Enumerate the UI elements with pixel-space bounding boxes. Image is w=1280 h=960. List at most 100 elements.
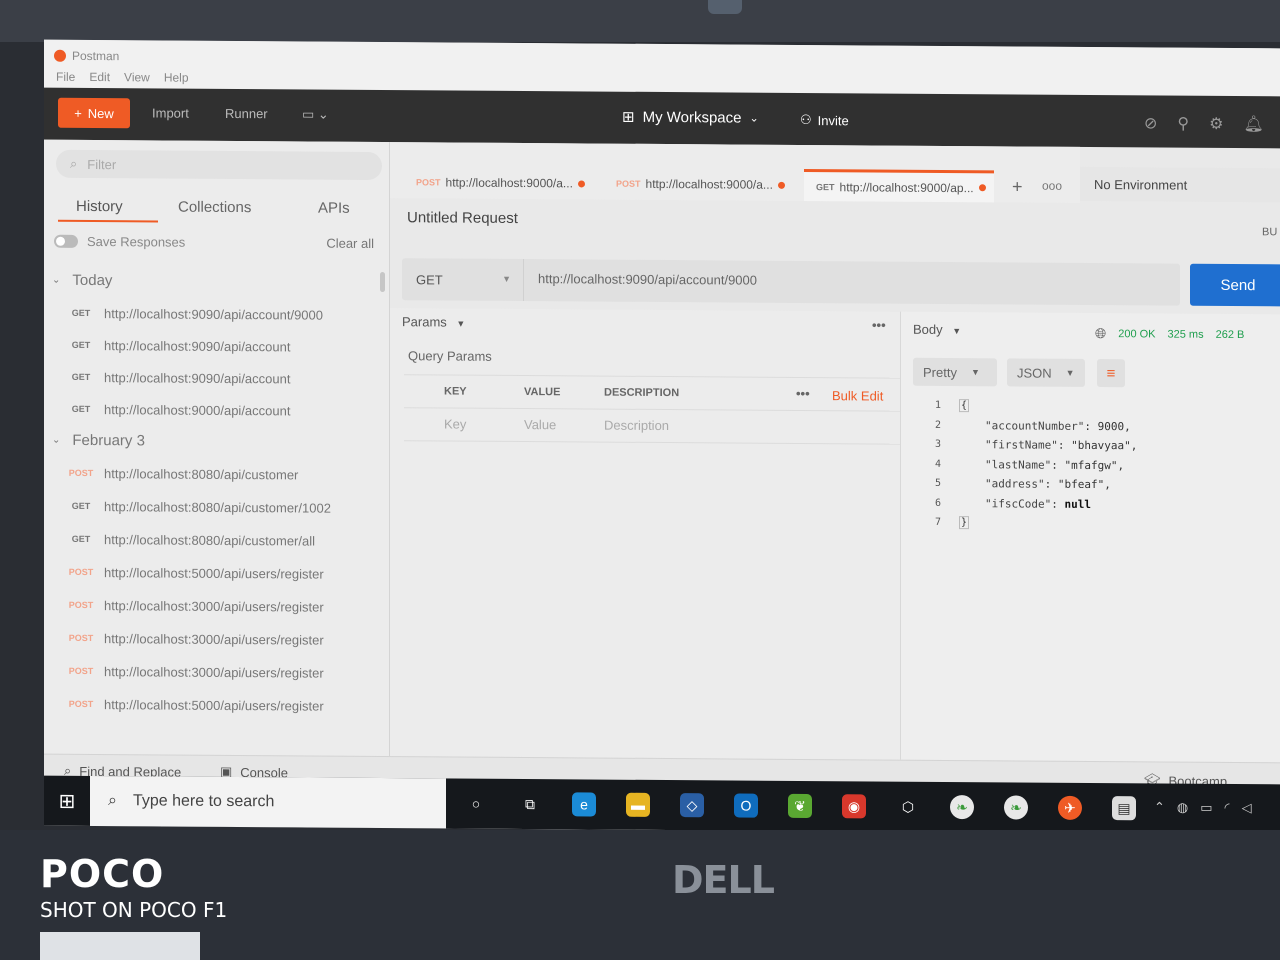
postman-taskbar-icon[interactable]: ✈ <box>1058 795 1082 820</box>
add-tab-icon[interactable]: + <box>1012 176 1023 197</box>
caret-down-icon: ▼ <box>952 326 962 337</box>
menu-view[interactable]: View <box>124 70 150 84</box>
app-title: Postman <box>72 48 120 64</box>
response-status: 🌐︎ 200 OK 325 ms 262 B <box>1095 325 1244 343</box>
code-text: "ifscCode": null <box>985 497 1091 511</box>
cortana-icon[interactable]: ○ <box>464 792 488 816</box>
method-badge: POST <box>416 177 441 188</box>
request-title[interactable]: Untitled Request <box>407 209 518 227</box>
code-line: 2 "accountNumber": 9000, <box>917 415 1137 436</box>
import-button[interactable]: Import <box>152 105 189 120</box>
menu-help[interactable]: Help <box>164 71 189 85</box>
body-dropdown[interactable]: Body ▼ <box>913 322 961 337</box>
filter-input[interactable]: ⌕ Filter <box>56 149 382 181</box>
method-badge: GET <box>71 500 91 512</box>
plus-icon: + <box>74 105 82 121</box>
line-number: 6 <box>934 497 942 509</box>
new-button[interactable]: + New <box>58 97 130 129</box>
params-dropdown[interactable]: Params ▼ <box>402 314 465 329</box>
json-value: "bhavyaa", <box>1071 439 1138 453</box>
sync-off-icon[interactable]: ⊘ <box>1144 113 1157 133</box>
method-select[interactable]: GET ▼ <box>402 258 524 302</box>
search-icon: ⌕ <box>108 792 117 810</box>
network-icon[interactable]: ◍ <box>1177 800 1188 816</box>
list-item[interactable]: GET http://localhost:9090/api/account/90… <box>64 298 384 330</box>
spring-tools-icon[interactable]: ❦ <box>788 793 812 819</box>
bell-icon[interactable]: 🔔︎ <box>1243 114 1263 134</box>
chevron-up-icon[interactable]: ⌃ <box>1154 799 1165 815</box>
task-view-icon[interactable]: ⧉ <box>518 792 542 816</box>
send-button[interactable]: Send <box>1190 263 1280 307</box>
sidebar-tabs: History Collections APIs <box>44 192 389 224</box>
tab-apis[interactable]: APIs <box>318 200 350 217</box>
workspace-selector[interactable]: ⊞ My Workspace ⌄ <box>622 108 759 127</box>
list-item[interactable]: POST http://localhost:3000/api/users/reg… <box>64 590 384 622</box>
more-tabs-icon[interactable]: ooo <box>1042 179 1062 193</box>
3d-viewer-icon[interactable]: ⬡ <box>896 795 920 819</box>
taskbar-search[interactable]: ⌕ Type here to search <box>90 776 446 829</box>
clear-all-button[interactable]: Clear all <box>326 236 374 251</box>
wrap-lines-icon[interactable]: ≡ <box>1097 359 1125 388</box>
list-item[interactable]: POST http://localhost:5000/api/users/reg… <box>64 557 384 589</box>
list-item[interactable]: POST http://localhost:3000/api/users/reg… <box>64 656 384 688</box>
diagram-app-icon[interactable]: ◇ <box>680 793 704 818</box>
code-line: 6 "ifscCode": null <box>917 493 1137 514</box>
value-input[interactable]: Value <box>524 417 556 432</box>
chrome-icon[interactable]: ◉ <box>842 794 866 819</box>
mongodb-icon[interactable]: ❧ <box>950 795 974 820</box>
unsaved-dot-icon <box>577 179 585 187</box>
new-window-icon[interactable]: ▭ ⌄ <box>302 106 329 122</box>
method-badge: GET <box>71 403 91 415</box>
key-input[interactable]: Key <box>444 416 466 431</box>
list-item[interactable]: GET http://localhost:8080/api/customer/1… <box>64 491 384 523</box>
method-badge: GET <box>71 533 91 545</box>
save-responses-toggle[interactable] <box>54 234 78 248</box>
active-tab-indicator <box>58 219 158 223</box>
system-app-icon[interactable]: ▤ <box>1112 796 1136 821</box>
code-text: "firstName": "bhavyaa", <box>985 438 1138 453</box>
history-group-february[interactable]: ⌄ February 3 <box>52 432 145 450</box>
list-item[interactable]: POST http://localhost:5000/api/users/reg… <box>64 689 384 721</box>
more-options-icon[interactable]: ••• <box>872 317 886 332</box>
file-explorer-icon[interactable]: ▬ <box>626 792 650 817</box>
windows-start-icon[interactable]: ⊞ <box>44 776 90 826</box>
description-input[interactable]: Description <box>604 418 669 433</box>
list-item[interactable]: GET http://localhost:9090/api/account <box>64 362 384 394</box>
sidebar-scrollbar[interactable] <box>380 272 385 293</box>
method-badge: POST <box>68 467 94 479</box>
tab-collections[interactable]: Collections <box>178 199 251 217</box>
wifi-icon[interactable]: ◜ <box>1225 800 1230 816</box>
history-group-today[interactable]: ⌄ Today <box>52 272 112 289</box>
list-item[interactable]: GET http://localhost:9000/api/account <box>64 394 384 426</box>
bulk-edit-button[interactable]: Bulk Edit <box>832 388 883 403</box>
response-time: 325 ms <box>1167 328 1204 341</box>
list-item[interactable]: POST http://localhost:3000/api/users/reg… <box>64 623 384 655</box>
edge-icon[interactable]: e <box>572 792 596 817</box>
tab-history[interactable]: History <box>76 198 123 215</box>
language-select[interactable]: JSON ▼ <box>1007 358 1085 387</box>
tab-request-2[interactable]: POST http://localhost:9000/a... <box>604 168 794 201</box>
environment-selector[interactable]: No Environment <box>1080 166 1280 203</box>
tab-request-1[interactable]: POST http://localhost:9000/a... <box>404 166 594 199</box>
list-item[interactable]: GET http://localhost:8080/api/customer/a… <box>64 524 384 556</box>
invite-button[interactable]: ⚇ Invite <box>800 112 849 128</box>
tab-request-3[interactable]: GET http://localhost:9000/ap... <box>804 168 994 203</box>
list-item[interactable]: GET http://localhost:9090/api/account <box>64 330 384 362</box>
menu-file[interactable]: File <box>56 70 75 84</box>
column-options-icon[interactable]: ••• <box>796 386 810 401</box>
battery-icon[interactable]: ▭ <box>1200 800 1212 816</box>
menu-edit[interactable]: Edit <box>89 70 110 84</box>
response-body[interactable]: 1 { 2 "accountNumber": 9000, 3 "firstNam… <box>917 396 1137 534</box>
gear-icon[interactable]: ⚙ <box>1209 114 1223 134</box>
list-item[interactable]: POST http://localhost:8080/api/customer <box>64 458 384 490</box>
runner-button[interactable]: Runner <box>225 106 268 121</box>
satellite-icon[interactable]: ⚲ <box>1177 114 1189 134</box>
url-input[interactable]: http://localhost:9090/api/account/9000 <box>538 271 757 288</box>
query-params-table: KEY VALUE DESCRIPTION ••• Bulk Edit Key … <box>404 374 900 445</box>
json-key: "ifscCode" <box>985 497 1052 511</box>
grid-icon: ⊞ <box>622 108 635 126</box>
volume-icon[interactable]: ◁ <box>1242 800 1252 816</box>
format-select[interactable]: Pretty ▼ <box>913 357 997 387</box>
mongodb-compass-icon[interactable]: ❧ <box>1004 795 1028 820</box>
outlook-icon[interactable]: O <box>734 793 758 818</box>
